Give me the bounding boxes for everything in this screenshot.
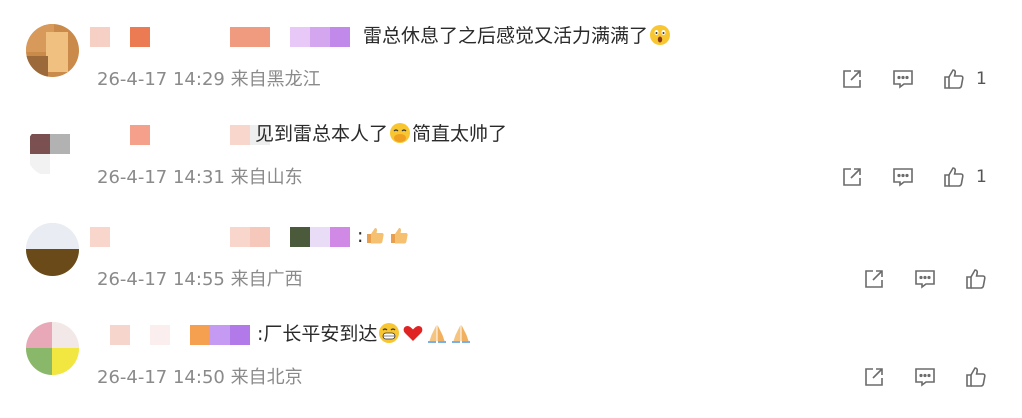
share-button[interactable] [859,264,889,294]
comment-text: :厂长平安到达 [257,321,473,347]
comment-actions [0,362,1022,392]
username-mosaic[interactable] [110,324,250,346]
like-button[interactable] [961,362,991,392]
reply-button[interactable] [910,362,940,392]
comment-text: 雷总休息了之后感觉又活力满满了 [363,23,672,49]
comment-body-a: 见到雷总本人了 [255,123,389,145]
folded-hands-icon [452,325,471,343]
share-button[interactable] [859,362,889,392]
share-button[interactable] [837,64,867,94]
thumbs-up-icon [966,367,986,387]
grinning-face-icon [379,323,400,343]
share-icon [865,368,883,386]
like-count: 1 [976,167,987,187]
like-count: 1 [976,69,987,89]
comment-actions: 1 [0,64,1022,94]
username-mosaic[interactable] [90,226,350,248]
reply-button[interactable] [888,64,918,94]
thumbs-up-icon [966,269,986,289]
comment-icon [893,70,913,89]
like-button[interactable] [939,64,969,94]
comment-text: 见到雷总本人了 简直太帅了 [255,121,507,147]
folded-hands-icon [428,325,447,343]
comment-icon [893,168,913,187]
comment-body: 雷总休息了之后感觉又活力满满了 [363,25,649,47]
reply-button[interactable] [910,264,940,294]
username-mosaic[interactable] [90,26,350,48]
share-icon [843,168,861,186]
comment-icon [915,270,935,289]
like-button[interactable] [939,162,969,192]
username-mosaic[interactable] [110,124,270,146]
astonished-face-icon [650,25,671,45]
comment-body: :厂长平安到达 [257,323,378,345]
comment-text: : [357,223,411,249]
comment-actions [0,264,1022,294]
like-button[interactable] [961,264,991,294]
share-icon [865,270,883,288]
comment-item: 见到雷总本人了 简直太帅了 26-4-17 14:31 来自山东 1 [0,118,1022,188]
comment-body: : [357,225,364,247]
thumbs-up-icon [944,167,964,187]
thumbs-up-emoji-icon [367,228,385,244]
red-heart-icon [404,326,423,341]
comment-actions: 1 [0,162,1022,192]
reply-button[interactable] [888,162,918,192]
hand-over-mouth-face-icon [390,123,411,143]
comment-icon [915,368,935,387]
share-icon [843,70,861,88]
thumbs-up-emoji-icon [391,228,409,244]
comment-item: :厂长平安到达 26-4-17 14:50 来自北京 [0,318,1022,388]
thumbs-up-icon [944,69,964,89]
share-button[interactable] [837,162,867,192]
comment-body-b: 简直太帅了 [412,123,508,145]
comment-item: 雷总休息了之后感觉又活力满满了 26-4-17 14:29 来自黑龙江 1 [0,20,1022,90]
comment-item: : 26-4-17 14:55 来自广西 [0,220,1022,290]
